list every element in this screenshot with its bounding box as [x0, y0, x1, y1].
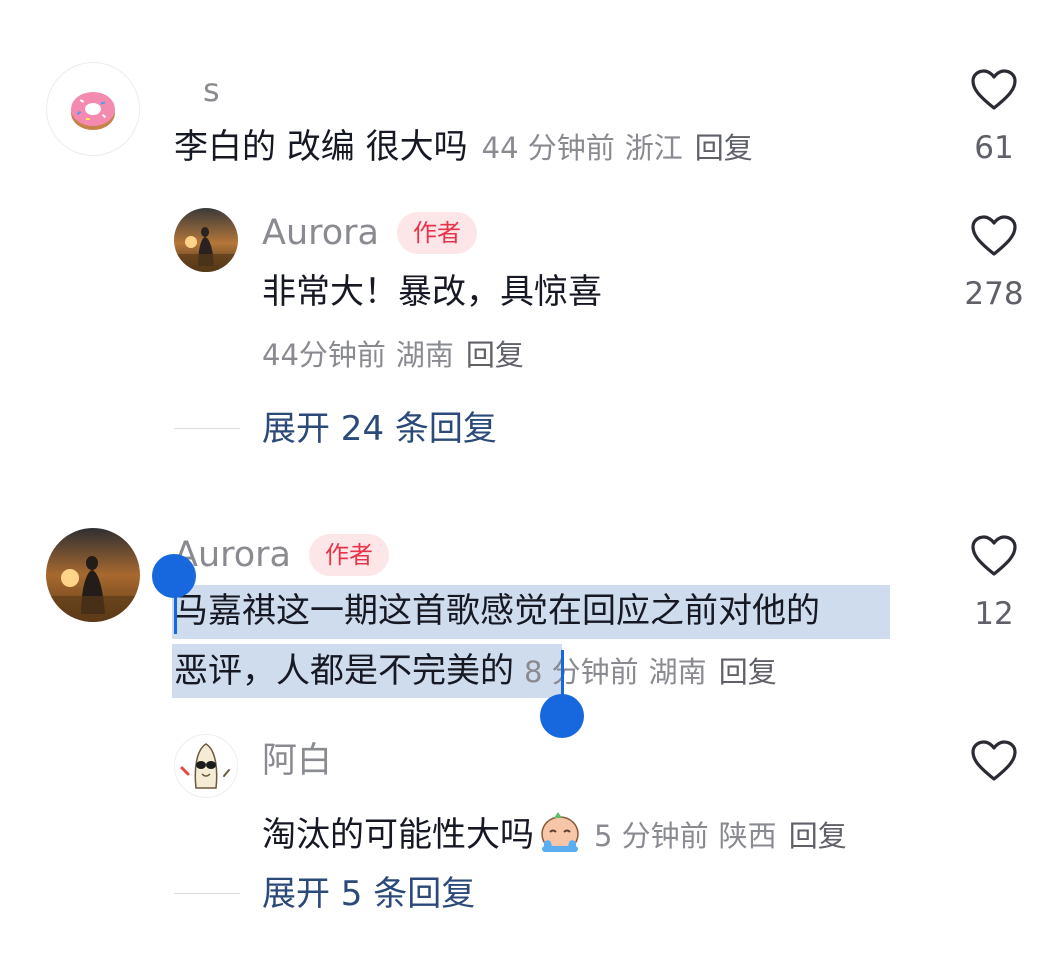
avatar[interactable] — [174, 208, 238, 272]
comment: s 李白的 改编 很大吗 44 分钟前 浙江 回复 61 Aurora 作者 非常大… — [0, 0, 1064, 480]
timestamp: 5 分钟前 — [594, 819, 709, 853]
reply-button[interactable]: 回复 — [789, 819, 847, 853]
heart-icon — [971, 535, 1017, 576]
selection-start-handle[interactable] — [152, 554, 196, 598]
location: 湖南 — [395, 338, 454, 372]
sunset-figure-icon — [174, 227, 238, 272]
expand-divider — [174, 893, 240, 894]
username[interactable]: Aurora — [262, 215, 379, 251]
cartoon-character-icon — [180, 743, 230, 789]
crying-emoji-icon — [536, 810, 584, 854]
comment: Aurora 作者 马嘉祺这一期这首歌感觉在回应之前对他的 恶评，人都是不完美的… — [0, 480, 1064, 960]
like-button[interactable] — [944, 739, 1044, 783]
like-button[interactable] — [944, 534, 1044, 578]
username[interactable]: 阿白 — [262, 744, 332, 779]
sunset-figure-icon — [46, 556, 140, 622]
timestamp: 8 分钟前 — [524, 655, 639, 689]
comment-text-line2: 恶评，人都是不完美的 — [174, 651, 514, 691]
avatar[interactable] — [46, 62, 140, 156]
location: 湖南 — [648, 655, 707, 689]
comment-text: 李白的 改编 很大吗 — [174, 127, 468, 167]
comment-meta: 44 分钟前 浙江 回复 — [482, 134, 763, 163]
heart-icon — [971, 215, 1017, 256]
comment-line: 李白的 改编 很大吗 44 分钟前 浙江 回复 — [174, 130, 763, 164]
location: 陕西 — [718, 819, 777, 853]
like-button[interactable] — [944, 214, 1044, 258]
like-group: 12 — [944, 534, 1044, 630]
reply-meta: 44分钟前 湖南 回复 — [262, 341, 534, 370]
like-group: 61 — [944, 68, 1044, 164]
location: 浙江 — [624, 131, 683, 165]
like-count: 12 — [974, 596, 1014, 632]
reply-button[interactable]: 回复 — [719, 655, 777, 689]
reply-text: 淘汰的可能性大吗 — [262, 815, 534, 855]
reply-button[interactable]: 回复 — [466, 338, 524, 372]
comment-text-line1: 马嘉祺这一期这首歌感觉在回应之前对他的 — [174, 591, 820, 631]
like-count: 61 — [974, 130, 1014, 166]
comment-header: Aurora 作者 — [174, 534, 389, 576]
comment-line: 恶评，人都是不完美的 8 分钟前 湖南 回复 — [174, 654, 787, 688]
timestamp: 44分钟前 — [262, 338, 386, 372]
author-badge: 作者 — [309, 534, 389, 576]
like-button[interactable] — [944, 68, 1044, 112]
expand-replies-button[interactable]: 展开 5 条回复 — [262, 877, 475, 911]
heart-icon — [971, 740, 1017, 781]
reply-meta: 5 分钟前 陕西 回复 — [594, 822, 857, 851]
donut-icon — [71, 92, 115, 130]
reply-line: 淘汰的可能性大吗 5 分钟前 陕西 回复 — [262, 802, 857, 852]
selection-end-handle[interactable] — [540, 694, 584, 738]
like-group — [944, 739, 1044, 783]
expand-divider — [174, 428, 240, 429]
like-group: 278 — [944, 214, 1044, 310]
reply-header: Aurora 作者 — [262, 212, 477, 254]
expand-replies-button[interactable]: 展开 24 条回复 — [262, 412, 497, 446]
reply-text: 非常大！暴改，具惊喜 — [262, 272, 602, 312]
timestamp: 44 分钟前 — [481, 131, 615, 165]
heart-icon — [971, 69, 1017, 110]
avatar[interactable] — [46, 528, 140, 622]
username[interactable]: s — [203, 74, 220, 106]
avatar[interactable] — [174, 734, 238, 798]
author-badge: 作者 — [397, 212, 477, 254]
reply-button[interactable]: 回复 — [695, 131, 753, 165]
like-count: 278 — [964, 276, 1024, 312]
